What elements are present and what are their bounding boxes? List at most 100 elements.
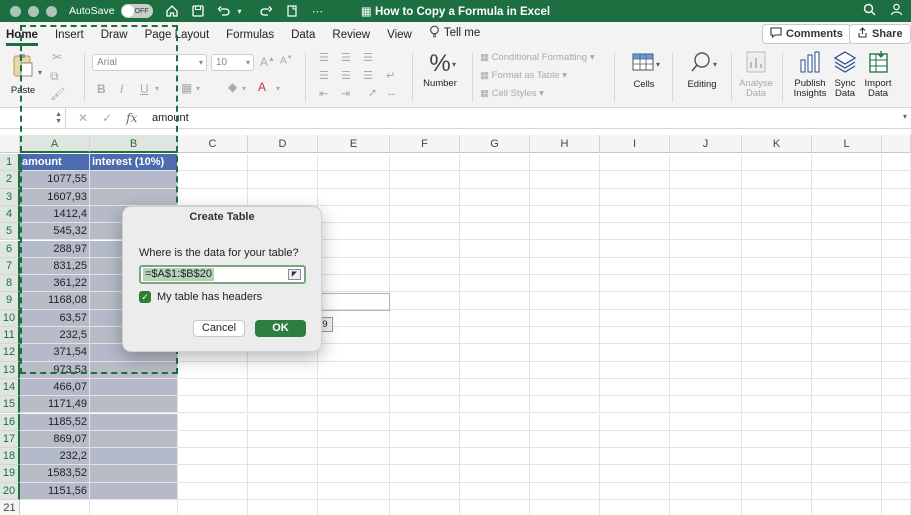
interest-cell[interactable] xyxy=(90,430,178,449)
cell-k14[interactable] xyxy=(742,378,812,397)
confirm-entry-icon[interactable]: ✓ xyxy=(102,111,112,125)
cell-m18[interactable] xyxy=(882,448,911,466)
number-dropdown-icon[interactable]: ▾ xyxy=(452,60,456,69)
cut-icon[interactable]: ✂ xyxy=(52,50,62,64)
cell-c19[interactable] xyxy=(178,465,248,483)
cell-f17[interactable] xyxy=(390,430,460,449)
tab-home[interactable]: Home xyxy=(6,29,38,46)
cell-k10[interactable] xyxy=(742,309,812,327)
tab-insert[interactable]: Insert xyxy=(55,29,84,46)
cell-h21[interactable] xyxy=(530,500,600,515)
align-right-icon[interactable]: ☰ xyxy=(363,69,373,82)
cell-g12[interactable] xyxy=(460,344,530,362)
expand-formula-bar-icon[interactable]: ▾ xyxy=(903,112,907,121)
cell-e7[interactable] xyxy=(318,257,390,276)
cell-i16[interactable] xyxy=(600,413,670,431)
format-painter-icon[interactable]: 🖌 xyxy=(50,87,65,101)
cell-m20[interactable] xyxy=(882,482,911,500)
column-header-g[interactable]: G xyxy=(460,135,530,153)
cell-m15[interactable] xyxy=(882,396,911,414)
cell-l17[interactable] xyxy=(812,430,882,449)
cell-f4[interactable] xyxy=(390,205,460,224)
font-size-select[interactable]: 10 ▾ xyxy=(211,54,254,71)
cell-i17[interactable] xyxy=(600,430,670,449)
formula-input[interactable]: amount xyxy=(146,108,896,129)
cell-f2[interactable] xyxy=(390,171,460,189)
headers-checkbox[interactable]: ✓ xyxy=(139,291,151,303)
cell-g20[interactable] xyxy=(460,482,530,500)
undo-icon[interactable] xyxy=(217,4,231,18)
row-header-8[interactable]: 8 xyxy=(0,275,20,293)
column-header-f[interactable]: F xyxy=(390,135,460,153)
cell-d21[interactable] xyxy=(248,500,318,515)
row-header-9[interactable]: 9 xyxy=(0,292,20,310)
cell-c18[interactable] xyxy=(178,448,248,466)
cell-i12[interactable] xyxy=(600,344,670,362)
cell-f3[interactable] xyxy=(390,188,460,206)
cell-g4[interactable] xyxy=(460,205,530,224)
cell-f10[interactable] xyxy=(390,309,460,327)
cell-e16[interactable] xyxy=(318,413,390,431)
number-format-button[interactable]: % Number xyxy=(418,50,462,89)
cell-h11[interactable] xyxy=(530,327,600,345)
cell-m9[interactable] xyxy=(882,292,911,310)
cell-j19[interactable] xyxy=(670,465,742,483)
cell-j6[interactable] xyxy=(670,240,742,258)
cell-c21[interactable] xyxy=(178,500,248,515)
cell-c15[interactable] xyxy=(178,396,248,414)
row-header-14[interactable]: 14 xyxy=(0,378,20,397)
row-header-18[interactable]: 18 xyxy=(0,448,20,466)
search-icon[interactable] xyxy=(863,3,876,19)
cell-k16[interactable] xyxy=(742,413,812,431)
cell-k3[interactable] xyxy=(742,188,812,206)
cell-l16[interactable] xyxy=(812,413,882,431)
cell-k21[interactable] xyxy=(742,500,812,515)
cell-g5[interactable] xyxy=(460,223,530,241)
cell-c20[interactable] xyxy=(178,482,248,500)
cell-styles-button[interactable]: ▦ Cell Styles ▾ xyxy=(480,88,544,99)
row-header-12[interactable]: 12 xyxy=(0,344,20,362)
column-header-d[interactable]: D xyxy=(248,135,318,153)
amount-cell[interactable]: 232,5 xyxy=(20,327,90,345)
cell-l19[interactable] xyxy=(812,465,882,483)
cell-h3[interactable] xyxy=(530,188,600,206)
align-top-icon[interactable]: ☰ xyxy=(319,51,329,64)
decrease-font-icon[interactable]: A▼ xyxy=(280,55,293,66)
insert-function-icon[interactable]: fx xyxy=(126,111,137,125)
row-header-11[interactable]: 11 xyxy=(0,327,20,345)
cell-m1[interactable] xyxy=(882,154,911,172)
analyse-data-button[interactable]: Analyse Data xyxy=(736,50,776,99)
cell-h8[interactable] xyxy=(530,275,600,293)
cell-l12[interactable] xyxy=(812,344,882,362)
column-header-h[interactable]: H xyxy=(530,135,600,153)
cell-h10[interactable] xyxy=(530,309,600,327)
cell-l3[interactable] xyxy=(812,188,882,206)
cell-h15[interactable] xyxy=(530,396,600,414)
cell-m16[interactable] xyxy=(882,413,911,431)
wrap-text-icon[interactable]: ↵ xyxy=(386,69,395,82)
cell-g8[interactable] xyxy=(460,275,530,293)
cell-j17[interactable] xyxy=(670,430,742,449)
cell-h1[interactable] xyxy=(530,154,600,172)
amount-cell[interactable]: 1185,52 xyxy=(20,413,90,431)
cells-dropdown-icon[interactable]: ▾ xyxy=(656,60,660,69)
autosave-toggle[interactable]: OFF xyxy=(120,4,153,18)
cell-l13[interactable] xyxy=(812,361,882,379)
increase-font-icon[interactable]: A▲ xyxy=(260,55,275,69)
cell-m17[interactable] xyxy=(882,430,911,449)
cell-k7[interactable] xyxy=(742,257,812,276)
conditional-formatting-button[interactable]: ▦ Conditional Formatting ▾ xyxy=(480,52,595,63)
cell-l14[interactable] xyxy=(812,378,882,397)
cell-h17[interactable] xyxy=(530,430,600,449)
more-icon[interactable]: ⋯ xyxy=(311,4,325,18)
cell-f20[interactable] xyxy=(390,482,460,500)
cell-i4[interactable] xyxy=(600,205,670,224)
cell-k17[interactable] xyxy=(742,430,812,449)
cell-h14[interactable] xyxy=(530,378,600,397)
cell-m19[interactable] xyxy=(882,465,911,483)
cell-g15[interactable] xyxy=(460,396,530,414)
cell-l4[interactable] xyxy=(812,205,882,224)
select-all-corner[interactable] xyxy=(0,135,20,153)
amount-cell[interactable]: 361,22 xyxy=(20,275,90,293)
cell-c13[interactable] xyxy=(178,361,248,379)
